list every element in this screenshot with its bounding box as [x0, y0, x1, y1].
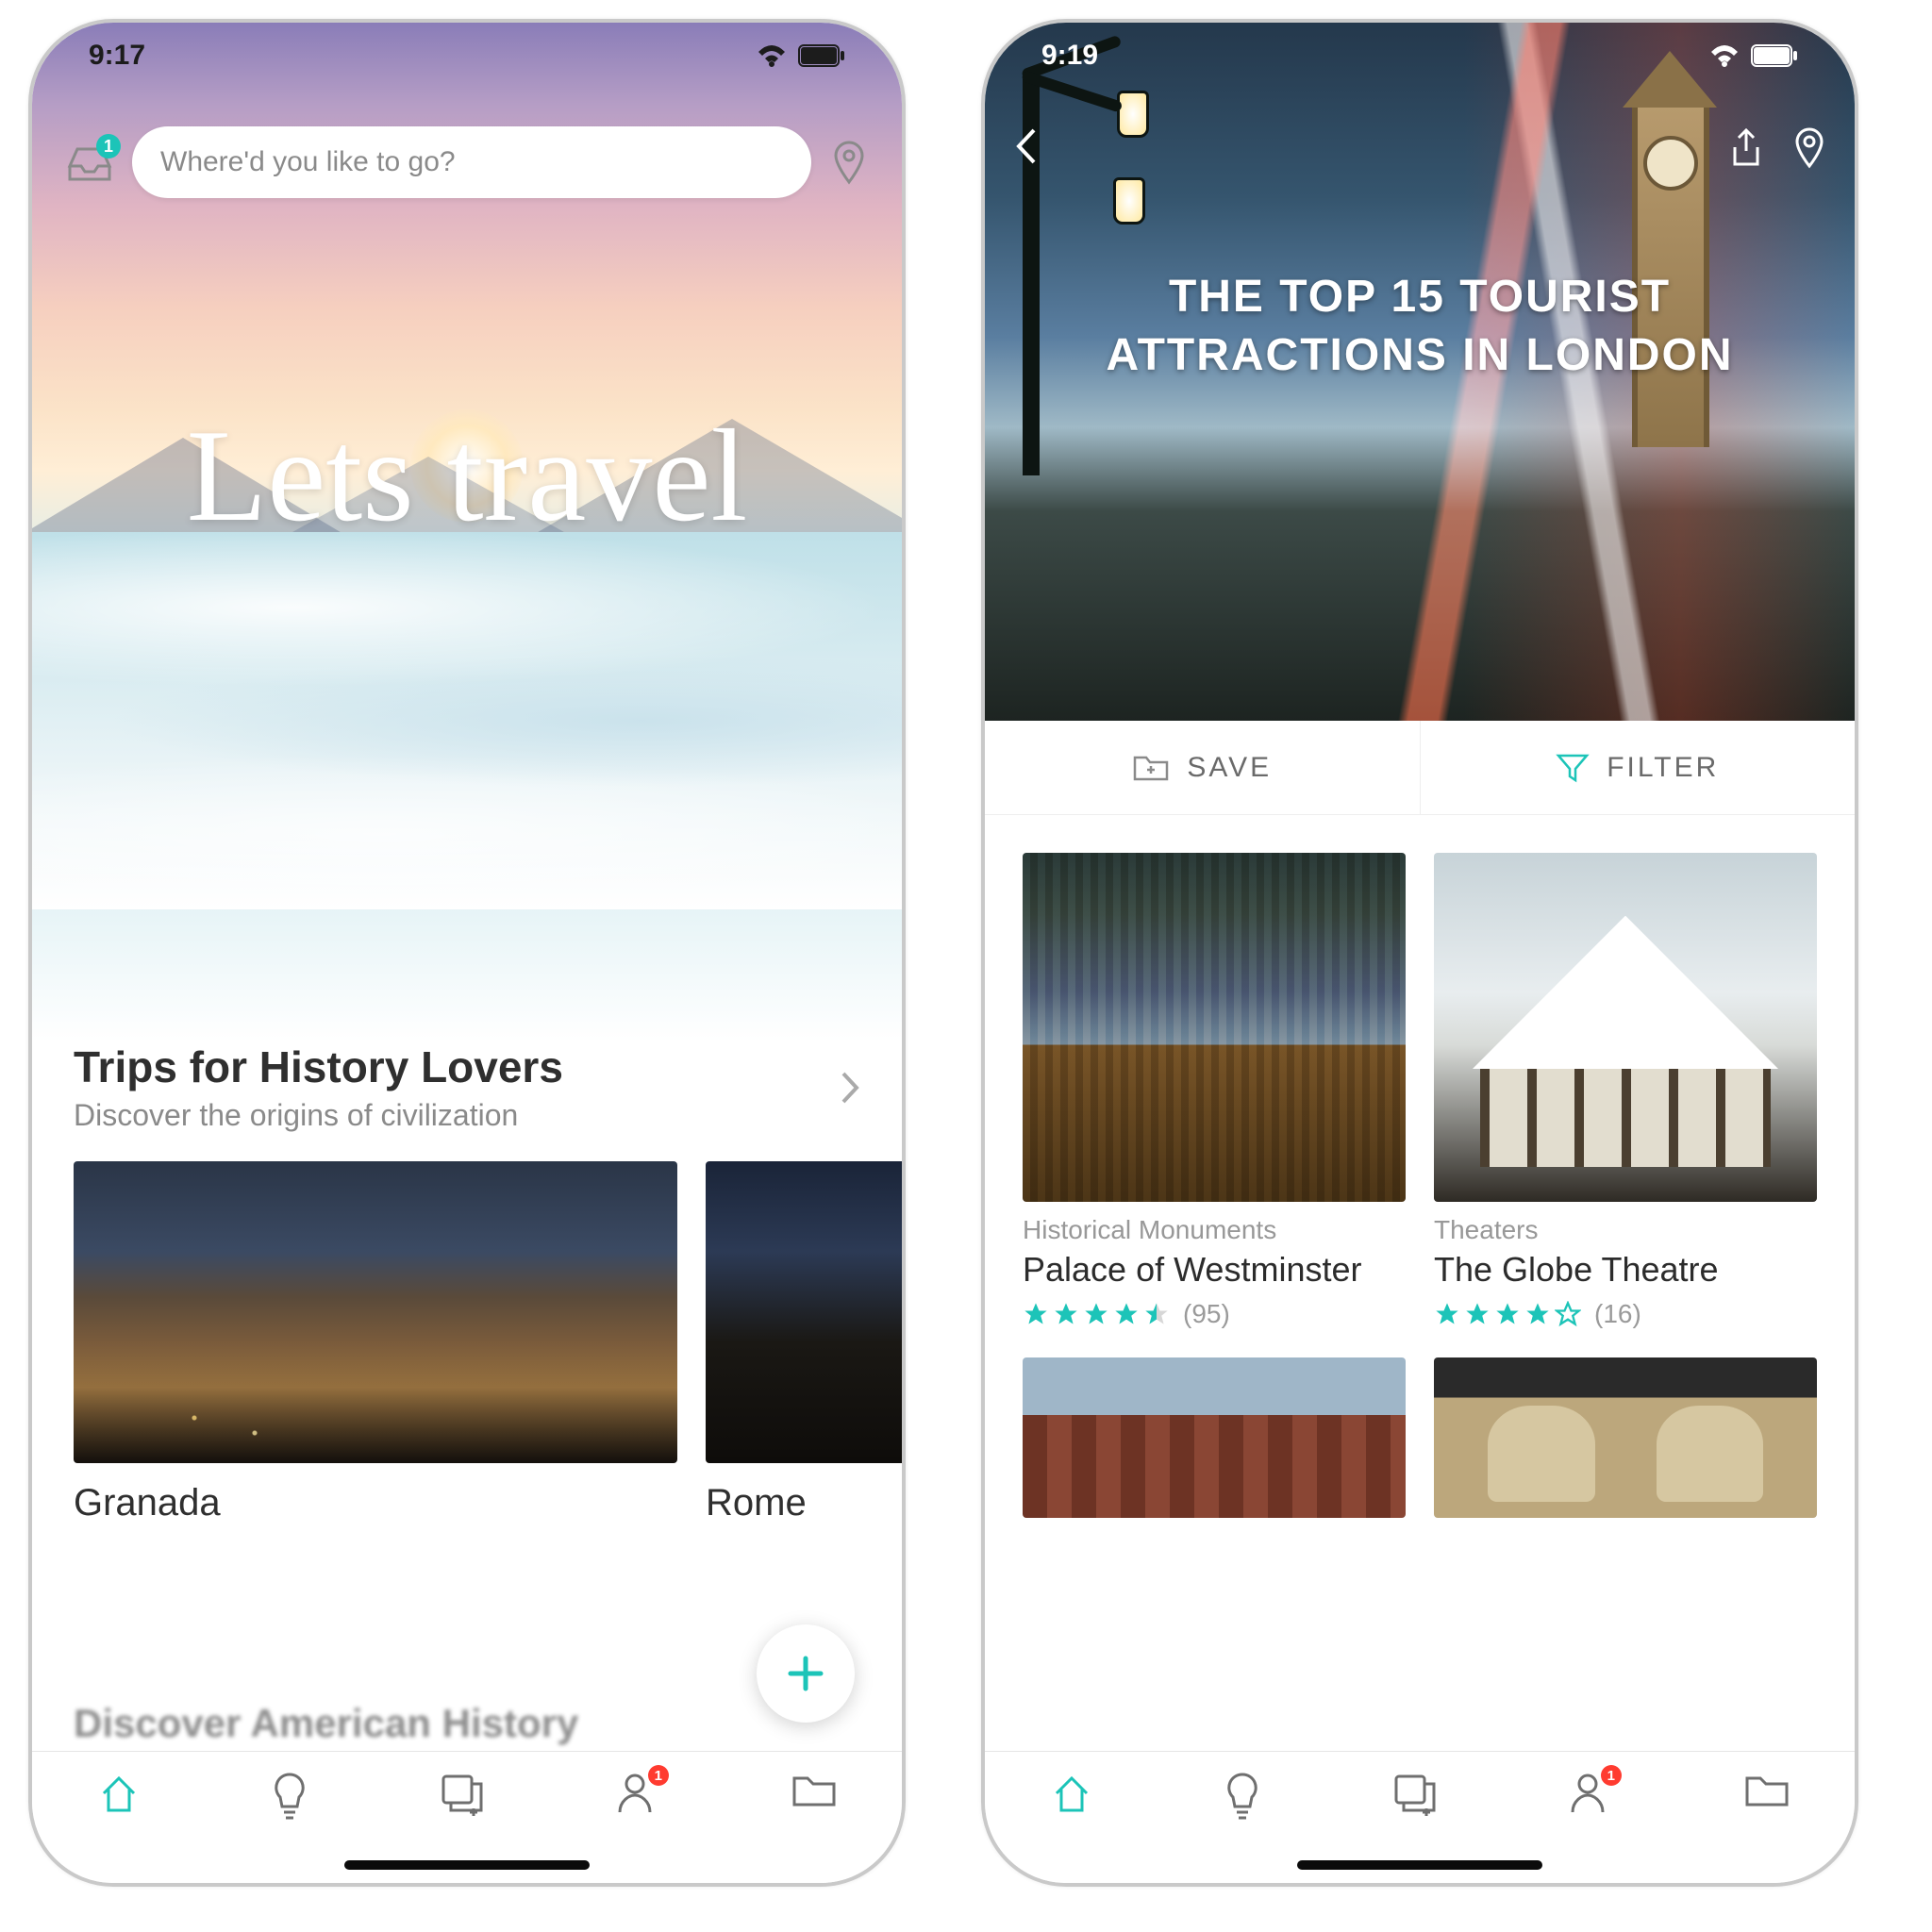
trip-card-rome[interactable]: Rome	[706, 1161, 902, 1524]
attraction-name: The Globe Theatre	[1434, 1249, 1817, 1290]
phone-detail: 9:19	[981, 19, 1858, 1887]
battery-icon	[1751, 44, 1798, 67]
section-title: Trips for History Lovers	[74, 1041, 840, 1092]
hero: 1 Where'd you like to go? Lets travel	[32, 23, 902, 1041]
waves-graphic	[32, 532, 902, 909]
search-input[interactable]: Where'd you like to go?	[132, 126, 811, 198]
review-count: (16)	[1594, 1299, 1641, 1329]
status-time: 9:19	[1041, 40, 1098, 72]
stars-icon	[1023, 1301, 1170, 1327]
share-button[interactable]	[1728, 126, 1764, 170]
status-right	[757, 44, 845, 67]
attraction-image	[1434, 853, 1817, 1202]
hero-line2: ATTRACTIONS IN LONDON	[1023, 326, 1817, 385]
tab-folders[interactable]	[1743, 1771, 1790, 1810]
location-button[interactable]	[830, 139, 868, 186]
hero: THE TOP 15 TOURIST ATTRACTIONS IN LONDON	[985, 23, 1855, 721]
home-indicator[interactable]	[1297, 1860, 1542, 1870]
wifi-icon	[757, 44, 787, 67]
attraction-name: Palace of Westminster	[1023, 1249, 1406, 1290]
trip-label: Granada	[74, 1482, 677, 1524]
trip-card-granada[interactable]: Granada	[74, 1161, 677, 1524]
attraction-image	[1023, 1357, 1406, 1518]
rating-row: (16)	[1434, 1299, 1817, 1329]
attractions-grid: Historical Monuments Palace of Westminst…	[985, 815, 1855, 1518]
chevron-right-icon	[840, 1070, 860, 1106]
attraction-category: Theaters	[1434, 1215, 1817, 1245]
status-time: 9:17	[89, 40, 145, 72]
tab-home[interactable]	[96, 1771, 142, 1816]
inbox-badge: 1	[96, 134, 121, 158]
top-bar	[1013, 126, 1826, 170]
tab-folders[interactable]	[791, 1771, 838, 1810]
hero-title: THE TOP 15 TOURIST ATTRACTIONS IN LONDON	[985, 268, 1855, 386]
tab-profile[interactable]: 1	[1569, 1771, 1614, 1816]
profile-badge: 1	[1601, 1765, 1622, 1786]
tab-collections[interactable]	[438, 1771, 487, 1816]
next-section-peek: Discover American History	[74, 1701, 578, 1746]
hero-line1: THE TOP 15 TOURIST	[1023, 268, 1817, 326]
tab-home[interactable]	[1049, 1771, 1094, 1816]
stars-icon	[1434, 1301, 1581, 1327]
section-titles: Trips for History Lovers Discover the or…	[74, 1041, 840, 1133]
search-row: 1 Where'd you like to go?	[66, 126, 868, 198]
status-bar: 9:17	[32, 23, 902, 89]
attraction-card-partial-2[interactable]	[1434, 1357, 1817, 1518]
trip-scroll[interactable]: Granada Rome	[32, 1133, 902, 1534]
back-button[interactable]	[1013, 126, 1038, 170]
attraction-image	[1023, 853, 1406, 1202]
save-button[interactable]: SAVE	[985, 721, 1420, 814]
trip-image	[74, 1161, 677, 1463]
filter-icon	[1556, 752, 1590, 784]
search-placeholder: Where'd you like to go?	[160, 146, 456, 178]
review-count: (95)	[1183, 1299, 1230, 1329]
attraction-image	[1434, 1357, 1817, 1518]
rating-row: (95)	[1023, 1299, 1406, 1329]
wifi-icon	[1709, 44, 1740, 67]
status-bar: 9:19	[985, 23, 1855, 89]
section-subtitle: Discover the origins of civilization	[74, 1098, 840, 1133]
tab-profile[interactable]: 1	[616, 1771, 661, 1816]
inbox-button[interactable]: 1	[66, 142, 113, 183]
filter-label: FILTER	[1607, 752, 1719, 784]
trip-label: Rome	[706, 1482, 902, 1524]
section-header[interactable]: Trips for History Lovers Discover the or…	[32, 1041, 902, 1133]
home-indicator[interactable]	[344, 1860, 590, 1870]
filter-button[interactable]: FILTER	[1420, 721, 1856, 814]
action-row: SAVE FILTER	[985, 721, 1855, 815]
hero-title: Lets travel	[32, 400, 902, 552]
battery-icon	[798, 44, 845, 67]
status-right	[1709, 44, 1798, 67]
add-button[interactable]	[757, 1624, 855, 1723]
profile-badge: 1	[648, 1765, 669, 1786]
attraction-card-globe[interactable]: Theaters The Globe Theatre (16)	[1434, 853, 1817, 1329]
tab-ideas[interactable]	[271, 1771, 308, 1820]
trip-image	[706, 1161, 902, 1463]
attraction-card-partial-1[interactable]	[1023, 1357, 1406, 1518]
attraction-card-westminster[interactable]: Historical Monuments Palace of Westminst…	[1023, 853, 1406, 1329]
phone-home: 9:17 1 Where'd you like to go?	[28, 19, 906, 1887]
folder-add-icon	[1132, 752, 1170, 784]
tab-ideas[interactable]	[1224, 1771, 1261, 1820]
map-pin-button[interactable]	[1792, 126, 1826, 170]
save-label: SAVE	[1187, 752, 1272, 784]
tab-collections[interactable]	[1391, 1771, 1440, 1816]
attraction-category: Historical Monuments	[1023, 1215, 1406, 1245]
